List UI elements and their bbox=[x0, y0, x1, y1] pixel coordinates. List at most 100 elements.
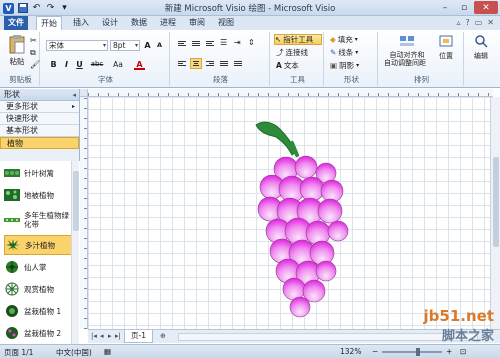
maximize-button[interactable]: ▫ bbox=[455, 1, 473, 14]
strikethrough-button[interactable]: abc bbox=[88, 59, 106, 70]
indent-icon[interactable]: ⇥ bbox=[234, 38, 241, 47]
restore-icon[interactable]: ▭ bbox=[475, 18, 483, 27]
language-status[interactable]: 中文(中国) bbox=[56, 347, 92, 358]
tools-group-label: 工具 bbox=[290, 75, 305, 84]
text-tool-button[interactable]: A 文本 bbox=[276, 60, 299, 71]
align-bottom-button[interactable] bbox=[204, 38, 216, 49]
collapse-panel-icon[interactable]: ◂ bbox=[72, 89, 76, 101]
align-top-button[interactable] bbox=[176, 38, 188, 49]
zoom-slider[interactable] bbox=[382, 348, 442, 356]
last-page-icon[interactable]: ▸| bbox=[115, 332, 121, 340]
align-right-button[interactable] bbox=[204, 58, 216, 69]
stencil-item-ground-cover[interactable]: 地被植物 bbox=[4, 185, 76, 205]
bold-button[interactable]: B bbox=[48, 59, 59, 70]
grape-leaf[interactable] bbox=[255, 121, 297, 156]
stencil-item-succulent[interactable]: 多汁植物 bbox=[4, 235, 76, 255]
grape-berry[interactable] bbox=[289, 296, 311, 318]
align-middle-button[interactable] bbox=[190, 38, 202, 49]
bullets-icon[interactable]: ☰ bbox=[220, 38, 227, 47]
copy-icon[interactable]: ⧉ bbox=[30, 48, 36, 58]
cut-icon[interactable]: ✂ bbox=[30, 36, 37, 45]
grape-berry[interactable] bbox=[309, 240, 335, 266]
tab-review[interactable]: 审阅 bbox=[186, 16, 208, 30]
first-page-icon[interactable]: |◂ bbox=[91, 332, 97, 340]
zoom-out-icon[interactable]: − bbox=[372, 347, 378, 356]
minimize-ribbon-icon[interactable]: ▵ bbox=[456, 18, 460, 27]
underline-button[interactable]: U bbox=[74, 59, 85, 70]
format-painter-icon[interactable]: 🖌 bbox=[30, 60, 40, 69]
connector-button[interactable]: ⤴ 连接线 bbox=[276, 47, 308, 58]
line-button[interactable]: ✎ 线条 ▾ bbox=[330, 47, 358, 58]
position-button[interactable]: 位置 bbox=[434, 34, 458, 61]
quick-shapes-row[interactable]: 快速形状 bbox=[0, 113, 79, 125]
prev-page-icon[interactable]: ◂ bbox=[100, 332, 104, 340]
stencil-item-perennial-border[interactable]: 多年生植物绿化带 bbox=[4, 207, 76, 233]
tab-view[interactable]: 视图 bbox=[215, 16, 237, 30]
grape-berry[interactable] bbox=[302, 279, 326, 303]
change-case-button[interactable]: Aa bbox=[110, 59, 126, 70]
font-color-button[interactable]: A bbox=[134, 59, 145, 70]
grape-berry[interactable] bbox=[282, 277, 306, 301]
zoom-in-icon[interactable]: + bbox=[446, 347, 452, 356]
pointer-icon: ↖ bbox=[275, 35, 282, 44]
paste-icon bbox=[9, 35, 25, 54]
cactus-icon bbox=[6, 261, 18, 273]
tab-data[interactable]: 数据 bbox=[128, 16, 150, 30]
insert-page-icon[interactable]: ⊕ bbox=[160, 332, 166, 340]
grow-font-button[interactable]: A bbox=[142, 40, 153, 51]
next-page-icon[interactable]: ▸ bbox=[108, 332, 112, 340]
align-left-button[interactable] bbox=[176, 58, 188, 69]
italic-button[interactable]: I bbox=[61, 59, 72, 70]
vertical-ruler bbox=[80, 97, 88, 329]
vertical-scrollbar[interactable] bbox=[490, 97, 500, 329]
shadow-button[interactable]: ▣ 阴影 ▾ bbox=[330, 60, 359, 71]
more-shapes-row[interactable]: 更多形状 ▸ bbox=[0, 101, 79, 113]
text-direction-icon[interactable]: ⇕ bbox=[248, 38, 255, 47]
grape-berry[interactable] bbox=[327, 220, 349, 242]
page-tab-1[interactable]: 页-1 bbox=[124, 330, 153, 343]
fit-page-icon[interactable]: ⊡ bbox=[460, 347, 466, 356]
grape-drawing[interactable] bbox=[88, 97, 490, 329]
grape-berries[interactable] bbox=[257, 155, 349, 318]
tab-design[interactable]: 设计 bbox=[99, 16, 121, 30]
stencil-item-conifer-hedge[interactable]: 针叶树篱 bbox=[4, 163, 76, 183]
help-icon[interactable]: ? bbox=[465, 18, 469, 27]
grape-berry[interactable] bbox=[317, 198, 343, 224]
plants-stencil-row[interactable]: 植物 bbox=[0, 137, 79, 149]
justify-button[interactable] bbox=[218, 58, 230, 69]
font-size-select[interactable]: 8pt ▾ bbox=[110, 40, 140, 51]
close-doc-icon[interactable]: ✕ bbox=[487, 18, 494, 27]
minimize-button[interactable]: – bbox=[436, 1, 454, 14]
drawing-canvas[interactable] bbox=[88, 97, 490, 329]
pointer-tool-button[interactable]: ↖ 指针工具 bbox=[274, 34, 322, 45]
shrink-font-button[interactable]: A bbox=[154, 40, 165, 51]
macro-icon[interactable]: ▦ bbox=[104, 347, 111, 356]
grape-berry[interactable] bbox=[294, 155, 318, 179]
align-center-button[interactable] bbox=[190, 58, 202, 69]
zoom-level[interactable]: 132% bbox=[340, 347, 361, 356]
close-button[interactable]: ✕ bbox=[474, 1, 498, 14]
stencil-scrollbar[interactable] bbox=[71, 161, 79, 344]
grape-berry[interactable] bbox=[315, 260, 337, 282]
stencil-item-cactus[interactable]: 仙人掌 bbox=[4, 257, 76, 277]
fill-button[interactable]: ◆ 填充 ▾ bbox=[330, 34, 358, 45]
grape-berry[interactable] bbox=[299, 176, 325, 202]
edit-button[interactable]: 编辑 bbox=[469, 34, 493, 61]
shape-group: ◆ 填充 ▾ ✎ 线条 ▾ ▣ 阴影 ▾ 形状 bbox=[326, 32, 378, 86]
tab-file[interactable]: 文件 bbox=[4, 16, 28, 30]
tab-home[interactable]: 开始 bbox=[36, 16, 62, 30]
auto-align-button[interactable]: 自动对齐和 自动调整间距 bbox=[384, 34, 428, 67]
position-icon bbox=[439, 35, 453, 47]
font-name-select[interactable]: 宋体 ▾ bbox=[46, 40, 108, 51]
distribute-button[interactable] bbox=[232, 58, 244, 69]
grape-berry[interactable] bbox=[320, 179, 344, 203]
stencil-item-ornamental[interactable]: 观赏植物 bbox=[4, 279, 76, 299]
tab-insert[interactable]: 插入 bbox=[70, 16, 92, 30]
stencil-item-potted-plant-1[interactable]: 盆栽植物 1 bbox=[4, 301, 76, 321]
stencil-item-potted-plant-2[interactable]: 盆栽植物 2 bbox=[4, 323, 76, 343]
tab-process[interactable]: 进程 bbox=[157, 16, 179, 30]
paste-button[interactable]: 粘贴 bbox=[6, 34, 28, 67]
editing-group: 编辑 bbox=[466, 32, 496, 86]
page-info[interactable]: 页面 1/1 bbox=[4, 347, 33, 358]
basic-shapes-row[interactable]: 基本形状 bbox=[0, 125, 79, 137]
